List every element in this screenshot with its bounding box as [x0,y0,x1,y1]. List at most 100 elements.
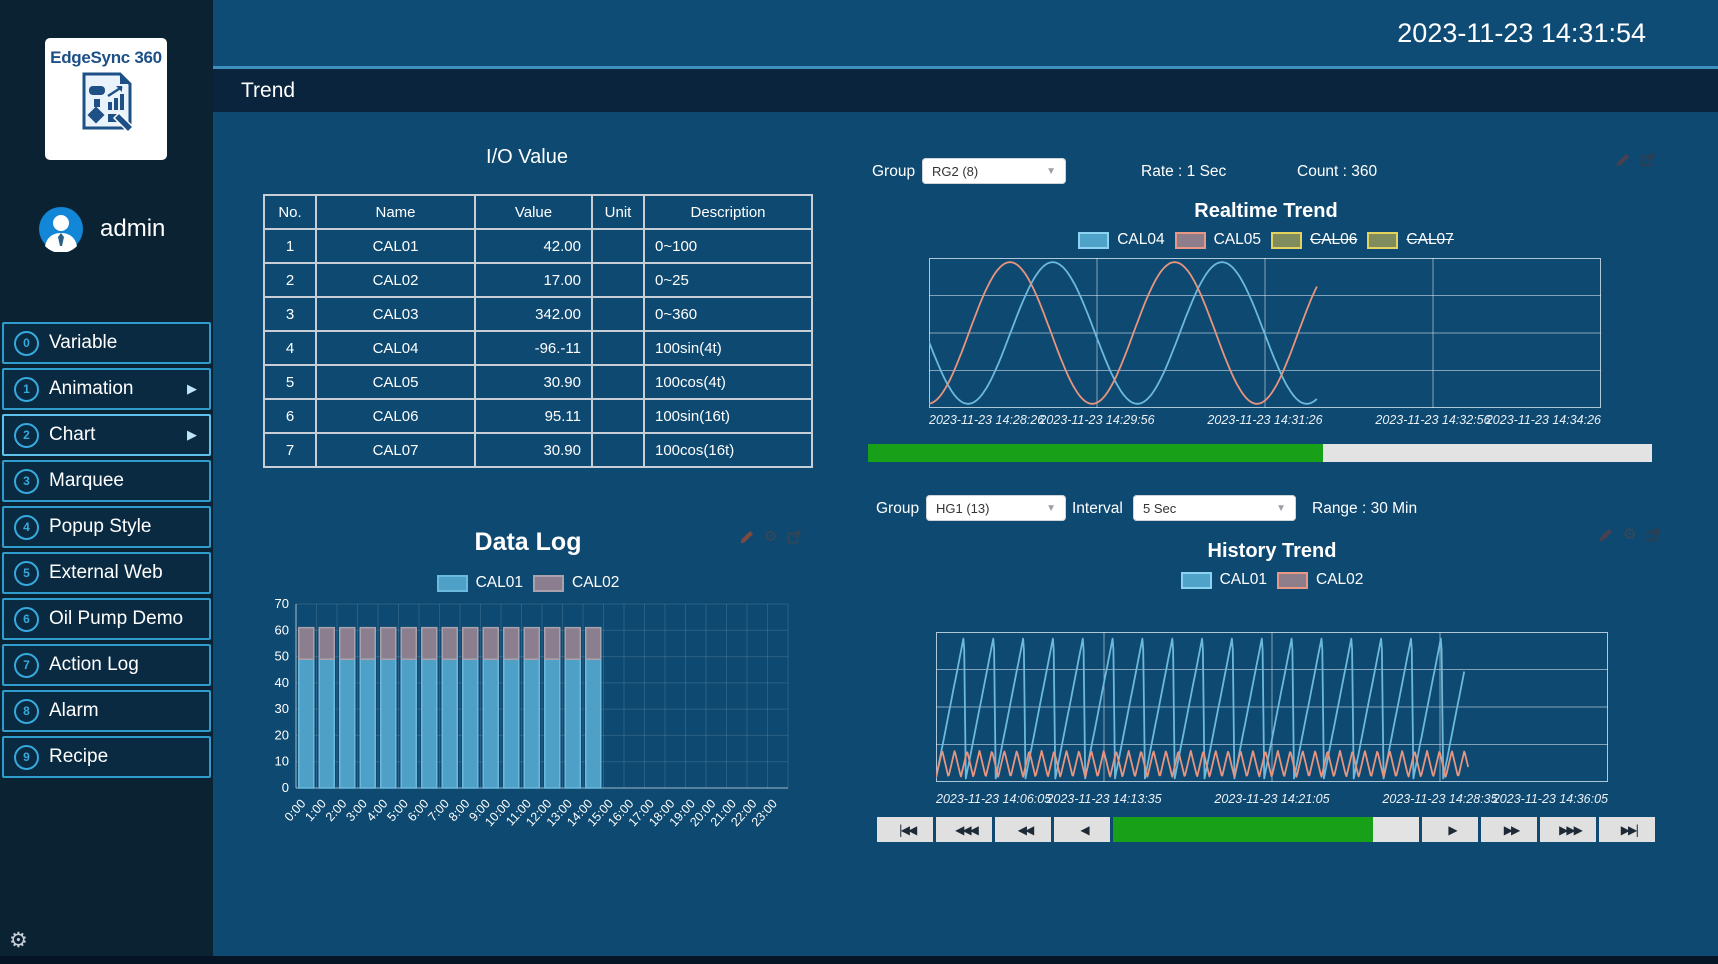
legend-item[interactable]: CAL02 [1277,571,1363,589]
cell-name: CAL05 [316,365,475,399]
cell-no: 5 [264,365,316,399]
x-axis-tick-label: 2023-11-23 14:36:05 [1493,792,1608,806]
realtime-x-axis-labels: 2023-11-23 14:28:262023-11-23 14:29:5620… [929,413,1601,429]
cell-no: 4 [264,331,316,365]
menu-number-icon: 3 [14,469,39,494]
table-row: 3 CAL03 342.00 0~360 [264,297,812,331]
edgesync-dashboard: EdgeSync 360 admin [0,0,1718,964]
sidebar-item-action-log[interactable]: 7 Action Log [2,644,211,686]
legend-item[interactable]: CAL06 [1271,231,1357,249]
realtime-title: Realtime Trend [931,200,1601,223]
svg-text:20: 20 [275,727,289,742]
bottom-strip [0,956,1718,964]
flowchart-logo-icon [74,68,138,140]
sidebar-item-marquee[interactable]: 3 Marquee [2,460,211,502]
sidebar-item-external-web[interactable]: 5 External Web [2,552,211,594]
user-name: admin [100,215,165,243]
logo-text: EdgeSync 360 [50,48,162,68]
x-axis-tick-label: 2023-11-23 14:32:56 [1375,413,1490,427]
cell-description: 0~25 [644,263,812,297]
select-value: 5 Sec [1143,501,1176,516]
x-axis-tick-label: 2023-11-23 14:34:26 [1486,413,1601,427]
x-axis-tick-label: 2023-11-23 14:21:05 [1214,792,1329,806]
edit-pencil-icon[interactable] [1615,152,1631,168]
chart-settings-gear-icon[interactable]: ⚙ [1623,527,1636,543]
skip-to-end-button[interactable]: ▶▶| [1599,817,1655,842]
history-title: History Trend [937,540,1607,563]
legend-item[interactable]: CAL02 [533,574,619,592]
legend-item[interactable]: CAL01 [437,574,523,592]
cell-description: 0~360 [644,297,812,331]
fast-rewind-3x-button[interactable]: ◀◀◀ [936,817,992,842]
sidebar-item-alarm[interactable]: 8 Alarm [2,690,211,732]
menu-number-icon: 4 [14,515,39,540]
sidebar-item-recipe[interactable]: 9 Recipe [2,736,211,778]
avatar[interactable] [38,206,84,252]
history-group-select[interactable]: HG1 (13) ▼ [926,495,1066,521]
cell-no: 2 [264,263,316,297]
x-axis-tick-label: 2023-11-23 14:31:26 [1207,413,1322,427]
svg-text:8:00: 8:00 [446,797,473,824]
menu-number-icon: 7 [14,653,39,678]
history-line-chart [936,632,1608,782]
cell-name: CAL01 [316,229,475,263]
cell-unit [592,433,644,467]
legend-swatch [1271,232,1302,249]
realtime-group-select[interactable]: RG2 (8) ▼ [922,158,1066,184]
menu-number-icon: 9 [14,745,39,770]
group-label: Group [872,163,915,181]
legend-swatch [1078,232,1109,249]
svg-text:5:00: 5:00 [384,797,411,824]
svg-text:3:00: 3:00 [343,797,370,824]
sidebar-item-label: External Web [49,562,163,584]
svg-text:40: 40 [275,675,289,690]
menu-number-icon: 2 [14,423,39,448]
table-row: 5 CAL05 30.90 100cos(4t) [264,365,812,399]
legend-label: CAL07 [1406,231,1453,249]
submenu-arrow-icon: ▶ [187,381,197,397]
open-in-new-icon[interactable] [1640,152,1656,168]
cell-no: 3 [264,297,316,331]
open-in-new-icon[interactable] [1645,527,1661,543]
history-seek-bar[interactable] [1113,817,1419,842]
cell-description: 100cos(4t) [644,365,812,399]
sidebar-item-chart[interactable]: 2 Chart ▶ [2,414,211,456]
sidebar-item-label: Recipe [49,746,108,768]
step-forward-button[interactable]: ▶ [1422,817,1478,842]
sidebar-item-variable[interactable]: 0 Variable [2,322,211,364]
sidebar-item-animation[interactable]: 1 Animation ▶ [2,368,211,410]
legend-label: CAL06 [1310,231,1357,249]
cell-value: 30.90 [475,365,592,399]
cell-value: 30.90 [475,433,592,467]
submenu-arrow-icon: ▶ [187,427,197,443]
chevron-down-icon: ▼ [1038,503,1056,514]
skip-to-start-button[interactable]: |◀◀ [877,817,933,842]
legend-item[interactable]: CAL01 [1181,571,1267,589]
cell-unit [592,263,644,297]
svg-text:60: 60 [275,622,289,637]
step-back-button[interactable]: ◀ [1054,817,1110,842]
settings-gear-icon[interactable]: ⚙ [9,928,28,953]
table-row: 6 CAL06 95.11 100sin(16t) [264,399,812,433]
realtime-legend: CAL04 CAL05 CAL06 CAL07 [931,231,1601,249]
legend-item[interactable]: CAL04 [1078,231,1164,249]
fast-forward-button[interactable]: ▶▶ [1481,817,1537,842]
sidebar-item-popup-style[interactable]: 4 Popup Style [2,506,211,548]
sidebar-item-label: Chart [49,424,95,446]
history-interval-select[interactable]: 5 Sec ▼ [1133,495,1296,521]
cell-no: 6 [264,399,316,433]
sidebar-item-oil-pump-demo[interactable]: 6 Oil Pump Demo [2,598,211,640]
fast-rewind-button[interactable]: ◀◀ [995,817,1051,842]
chevron-down-icon: ▼ [1038,166,1056,177]
svg-text:70: 70 [275,596,289,611]
fast-forward-3x-button[interactable]: ▶▶▶ [1540,817,1596,842]
sidebar-item-label: Variable [49,332,117,354]
cell-no: 7 [264,433,316,467]
svg-text:1:00: 1:00 [302,797,329,824]
cell-description: 0~100 [644,229,812,263]
cell-name: CAL07 [316,433,475,467]
legend-item[interactable]: CAL07 [1367,231,1453,249]
history-x-axis-labels: 2023-11-23 14:06:052023-11-23 14:13:3520… [936,792,1608,808]
legend-item[interactable]: CAL05 [1175,231,1261,249]
realtime-line-chart [929,258,1601,408]
